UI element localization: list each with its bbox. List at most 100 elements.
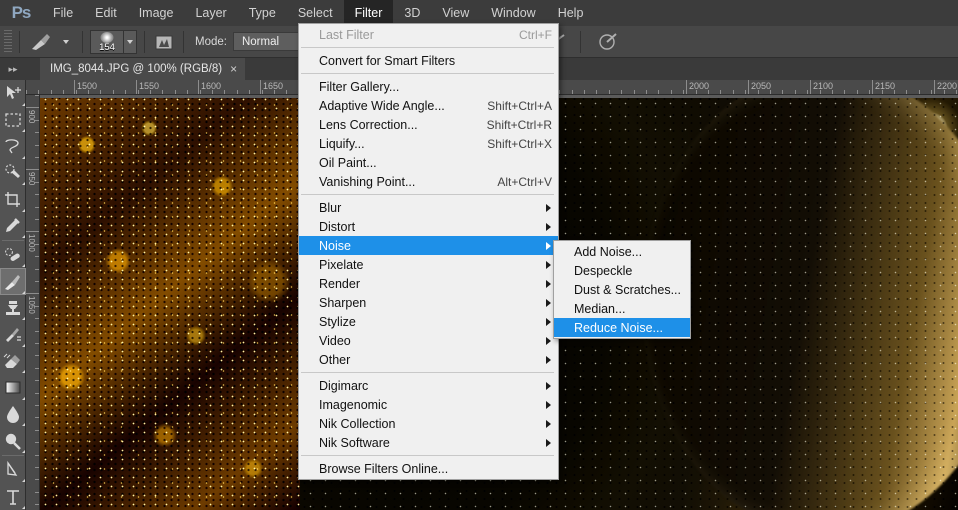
- symmetry-icon[interactable]: [588, 32, 628, 52]
- menu-item-imagenomic[interactable]: Imagenomic: [299, 395, 558, 414]
- ruler-label: 950: [27, 172, 36, 186]
- menu-item-label: Reduce Noise...: [574, 320, 663, 335]
- menu-item-add-noise[interactable]: Add Noise...: [554, 242, 690, 261]
- submenu-arrow-icon: [546, 203, 551, 212]
- menu-item-other[interactable]: Other: [299, 350, 558, 369]
- brush-preset-dropdown-icon[interactable]: [57, 32, 75, 52]
- menu-item-vanishing-point[interactable]: Vanishing Point... Alt+Ctrl+V: [299, 172, 558, 191]
- gradient-tool[interactable]: [0, 374, 26, 401]
- vertical-ruler[interactable]: 900 950 1000 1050: [26, 95, 40, 510]
- ruler-tick: [35, 132, 39, 134]
- panel-expand-icon[interactable]: ▸▸: [0, 58, 26, 80]
- menu-file[interactable]: File: [42, 0, 84, 26]
- menu-item-filter-gallery[interactable]: Filter Gallery...: [299, 77, 558, 96]
- menu-item-label: Distort: [319, 219, 356, 234]
- menu-type[interactable]: Type: [238, 0, 287, 26]
- menu-item-label: Other: [319, 352, 351, 367]
- pen-tool[interactable]: [0, 457, 26, 484]
- submenu-arrow-icon: [546, 400, 551, 409]
- brush-preset-icon[interactable]: [27, 32, 57, 52]
- menu-item-blur[interactable]: Blur: [299, 198, 558, 217]
- ruler-tick: [35, 429, 39, 431]
- move-tool[interactable]: [0, 80, 26, 107]
- eraser-tool[interactable]: [0, 348, 26, 375]
- horizontal-type-tool[interactable]: [0, 483, 26, 510]
- spot-healing-brush-tool[interactable]: [0, 242, 26, 269]
- document-image-left: [40, 95, 300, 510]
- quick-selection-tool[interactable]: [0, 160, 26, 187]
- menu-item-nik-software[interactable]: Nik Software: [299, 433, 558, 452]
- menu-item-label: Sharpen: [319, 295, 367, 310]
- menu-item-shortcut: Shift+Ctrl+A: [487, 98, 552, 113]
- blur-tool[interactable]: [0, 401, 26, 428]
- clone-stamp-tool[interactable]: [0, 295, 26, 322]
- menu-item-label: Imagenomic: [319, 397, 388, 412]
- menu-item-despeckle[interactable]: Despeckle: [554, 261, 690, 280]
- close-icon[interactable]: ×: [230, 62, 237, 76]
- divider: [1, 240, 24, 241]
- filter-menu-dropdown[interactable]: Last Filter Ctrl+F Convert for Smart Filte…: [298, 23, 559, 480]
- ruler-label: 2200: [937, 81, 958, 91]
- menu-item-reduce-noise[interactable]: Reduce Noise...: [554, 318, 690, 337]
- ruler-label: 1000: [27, 234, 36, 252]
- menu-item-nik-collection[interactable]: Nik Collection: [299, 414, 558, 433]
- menu-item-lens-correction[interactable]: Lens Correction... Shift+Ctrl+R: [299, 115, 558, 134]
- lasso-tool[interactable]: [0, 133, 26, 160]
- menu-item-sharpen[interactable]: Sharpen: [299, 293, 558, 312]
- menu-item-liquify[interactable]: Liquify... Shift+Ctrl+X: [299, 134, 558, 153]
- ruler-tick: [794, 90, 796, 94]
- menu-item-browse-filters-online[interactable]: Browse Filters Online...: [299, 459, 558, 478]
- crop-tool[interactable]: [0, 186, 26, 213]
- ruler-tick: [236, 90, 238, 94]
- tools-panel: [0, 80, 26, 510]
- submenu-arrow-icon: [546, 336, 551, 345]
- history-brush-tool[interactable]: [0, 321, 26, 348]
- ruler-tick: [608, 90, 610, 94]
- eyedropper-tool[interactable]: [0, 213, 26, 240]
- submenu-arrow-icon: [546, 279, 551, 288]
- brush-size-preview[interactable]: 154: [90, 29, 124, 54]
- menu-item-pixelate[interactable]: Pixelate: [299, 255, 558, 274]
- brush-panel-dropdown[interactable]: [124, 29, 137, 54]
- ruler-tick: [35, 268, 39, 270]
- menu-item-label: Digimarc: [319, 378, 369, 393]
- menu-item-stylize[interactable]: Stylize: [299, 312, 558, 331]
- ruler-tick: [918, 90, 920, 94]
- ruler-major-tick: [74, 80, 75, 94]
- menu-item-dust-scratches[interactable]: Dust & Scratches...: [554, 280, 690, 299]
- menu-item-digimarc[interactable]: Digimarc: [299, 376, 558, 395]
- brush-tool[interactable]: [0, 268, 26, 295]
- ruler-tick: [35, 281, 39, 282]
- ruler-tick: [286, 90, 288, 94]
- options-bar-grip[interactable]: [4, 29, 12, 54]
- menu-item-adaptive-wide-angle[interactable]: Adaptive Wide Angle... Shift+Ctrl+A: [299, 96, 558, 115]
- menu-item-label: Noise: [319, 238, 351, 253]
- menu-item-distort[interactable]: Distort: [299, 217, 558, 236]
- noise-submenu-dropdown[interactable]: Add Noise... Despeckle Dust & Scratches...…: [553, 240, 691, 339]
- submenu-arrow-icon: [546, 298, 551, 307]
- ruler-major-tick: [934, 80, 935, 94]
- menu-item-convert-for-smart-filters[interactable]: Convert for Smart Filters: [299, 51, 558, 70]
- menu-item-label: Last Filter: [319, 27, 374, 42]
- menu-item-median[interactable]: Median...: [554, 299, 690, 318]
- dodge-tool[interactable]: [0, 427, 26, 454]
- document-tab[interactable]: IMG_8044.JPG @ 100% (RGB/8) ×: [40, 58, 246, 80]
- menu-layer[interactable]: Layer: [184, 0, 237, 26]
- ruler-tick: [35, 144, 39, 146]
- ruler-tick: [782, 90, 784, 94]
- brush-panel-icon[interactable]: [152, 32, 176, 52]
- menu-item-video[interactable]: Video: [299, 331, 558, 350]
- ruler-label: 2000: [689, 81, 710, 91]
- photoshop-logo: Ps: [11, 3, 32, 22]
- menu-item-render[interactable]: Render: [299, 274, 558, 293]
- ruler-tick: [249, 90, 251, 94]
- submenu-arrow-icon: [546, 222, 551, 231]
- menu-edit[interactable]: Edit: [84, 0, 128, 26]
- menu-separator: [301, 455, 554, 456]
- ruler-label: 1600: [201, 81, 222, 91]
- menu-item-noise[interactable]: Noise: [299, 236, 558, 255]
- divider: [1, 454, 24, 456]
- menu-item-oil-paint[interactable]: Oil Paint...: [299, 153, 558, 172]
- rectangular-marquee-tool[interactable]: [0, 107, 26, 134]
- menu-image[interactable]: Image: [128, 0, 185, 26]
